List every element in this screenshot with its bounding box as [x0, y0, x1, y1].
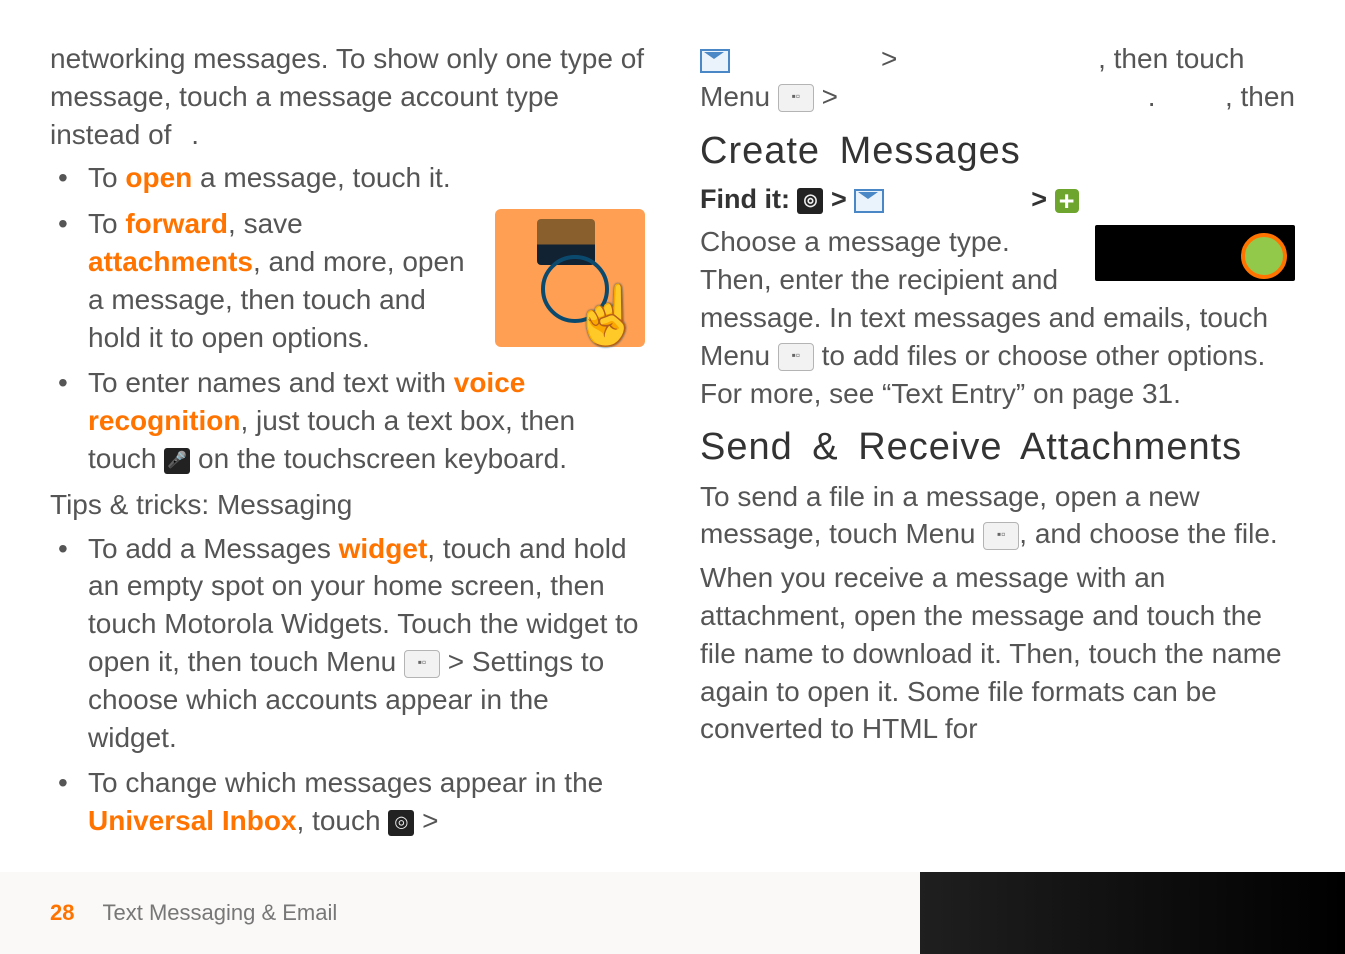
- continuation-line: Messaging > Universal Inbox, then touch …: [700, 40, 1295, 116]
- touch-hold-figure: ☝: [495, 209, 645, 347]
- hl-open: open: [125, 162, 192, 193]
- intro-paragraph: networking messages. To show only one ty…: [50, 40, 645, 153]
- bullets-main: To open a message, touch it. ☝ To forwar…: [50, 159, 645, 477]
- attach-p2: When you receive a message with an attac…: [700, 559, 1295, 748]
- menu-key-icon: ▪▫: [983, 522, 1019, 550]
- hl-universal-inbox: Universal Inbox: [88, 805, 297, 836]
- find-it-line: Find it: ◎ > Messaging > +: [700, 181, 1295, 217]
- left-column: networking messages. To show only one ty…: [50, 40, 645, 848]
- bullet-forward: ☝ To forward, save attachments, and more…: [50, 205, 645, 356]
- envelope-icon: [854, 189, 884, 213]
- menu-key-icon: ▪▫: [404, 650, 440, 678]
- attach-p1: To send a file in a message, open a new …: [700, 478, 1295, 554]
- tip-universal-inbox: To change which messages appear in the U…: [50, 764, 645, 840]
- page-number: 28: [50, 900, 74, 926]
- hand-pointer-icon: ☝: [571, 277, 643, 355]
- menu-key-icon: ▪▫: [778, 84, 814, 112]
- footer: 28 Text Messaging & Email: [0, 872, 1345, 954]
- heading-create-messages: Create Messages: [700, 126, 1295, 177]
- envelope-icon: [700, 49, 730, 73]
- then-text: , then: [1225, 78, 1295, 116]
- right-column: Messaging > Universal Inbox, then touch …: [700, 40, 1295, 848]
- period: .: [1148, 81, 1156, 112]
- hl-forward: forward: [125, 208, 228, 239]
- menu-key-icon: ▪▫: [778, 343, 814, 371]
- bullet-voice: To enter names and text with voice recog…: [50, 364, 645, 477]
- launcher-icon: ◎: [388, 810, 414, 836]
- tips-heading: Tips & tricks: Messaging: [50, 486, 645, 524]
- bullets-tips: To add a Messages widget, touch and hold…: [50, 530, 645, 840]
- hl-attachments: attachments: [88, 246, 253, 277]
- compose-circle-icon: [1241, 233, 1287, 279]
- compose-plus-icon: +: [1055, 189, 1079, 213]
- hl-widget: widget: [339, 533, 428, 564]
- heading-attachments: Send & Receive Attachments: [700, 422, 1295, 473]
- footer-section: Text Messaging & Email: [102, 900, 337, 926]
- tip-widget: To add a Messages widget, touch and hold…: [50, 530, 645, 757]
- microphone-icon: 🎤: [164, 448, 190, 474]
- launcher-icon: ◎: [797, 188, 823, 214]
- intro-text: networking messages. To show only one ty…: [50, 43, 644, 150]
- bullet-open: To open a message, touch it.: [50, 159, 645, 197]
- compose-bar-figure: [1095, 225, 1295, 281]
